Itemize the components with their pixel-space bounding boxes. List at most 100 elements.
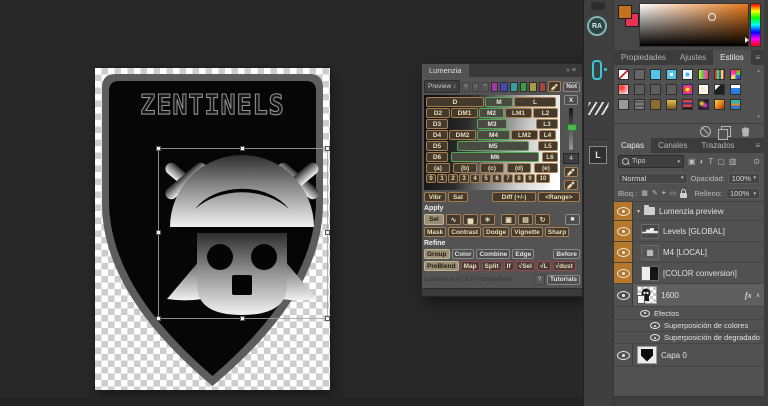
lum-button-e[interactable]: (e) <box>534 163 558 173</box>
collapsed-lumenzia-icon[interactable]: L <box>589 146 607 164</box>
effects-label[interactable]: Efectos <box>654 309 679 318</box>
lum-button-L3[interactable]: L3 <box>536 119 558 129</box>
close-button[interactable]: X <box>564 95 578 105</box>
lum-button-7[interactable]: 7 <box>503 174 513 183</box>
layer-row-group[interactable]: ▾ Lumenzia preview <box>614 202 764 221</box>
eyedropper-minus-button[interactable] <box>564 180 578 190</box>
lum-button-M4[interactable]: M4 <box>477 130 510 140</box>
if-button[interactable]: If <box>504 261 514 271</box>
panel-resize-bar[interactable] <box>422 288 582 296</box>
transform-handle[interactable] <box>325 316 330 321</box>
mask-button[interactable]: Mask <box>424 227 446 237</box>
layer-thumbnail[interactable] <box>637 346 657 364</box>
layer-name[interactable]: M4 [LOCAL] <box>663 248 707 257</box>
preview-dropdown[interactable]: Preview ↕ <box>424 80 460 93</box>
preview-plus-button[interactable]: + <box>462 82 470 92</box>
visibility-cell[interactable] <box>614 202 633 220</box>
sharp-button[interactable]: Sharp <box>545 227 569 237</box>
lum-button-a[interactable]: (a) <box>426 163 450 173</box>
map-button[interactable]: Map <box>461 261 480 271</box>
help-button[interactable]: ? <box>534 274 545 285</box>
filter-shape-icon[interactable]: ▢ <box>717 157 725 167</box>
transform-handle[interactable] <box>325 146 330 151</box>
style-swatch-cyan[interactable] <box>650 69 661 80</box>
lum-button-2[interactable]: 2 <box>448 174 458 183</box>
tutorials-button[interactable]: Tutorials <box>547 275 580 285</box>
filter-pin-icon[interactable]: ⊙ <box>753 157 760 167</box>
color-swatch-blue[interactable] <box>500 82 508 92</box>
style-swatch-stripes[interactable] <box>714 69 725 80</box>
eye-icon[interactable] <box>617 351 630 360</box>
eye-icon[interactable] <box>650 334 660 341</box>
layer-row-levels[interactable]: ▂▅▇▃ Levels [GLOBAL] <box>614 221 764 242</box>
lum-button-6[interactable]: 6 <box>492 174 502 183</box>
clear-style-icon[interactable] <box>700 126 711 137</box>
transform-handle[interactable] <box>156 230 161 235</box>
lum-button-D6[interactable]: D6 <box>426 152 448 162</box>
ra-plugin-icon[interactable]: RA <box>587 16 607 36</box>
layer-row-effects[interactable]: Efectos <box>614 307 764 320</box>
new-style-icon[interactable] <box>721 126 731 137</box>
lum-button-M6[interactable]: M6 <box>451 152 539 162</box>
cyan-tool-icon[interactable] <box>592 60 602 80</box>
eye-icon[interactable] <box>640 310 650 317</box>
trash-icon[interactable] <box>741 126 750 137</box>
blend-mode-select[interactable]: Normal ▾ <box>618 173 688 184</box>
contrast-button[interactable]: Contrast <box>448 227 481 237</box>
eye-icon[interactable] <box>617 227 630 236</box>
visibility-cell[interactable] <box>614 263 633 283</box>
check-dust-button[interactable]: √dust <box>553 261 576 271</box>
opacity-select[interactable]: 100% ▾ <box>728 173 760 184</box>
eyedropper-button[interactable] <box>548 81 561 92</box>
effect-label[interactable]: Superposición de colores <box>664 321 748 330</box>
style-swatch-olive[interactable] <box>650 99 661 110</box>
layer-name[interactable]: Capa 0 <box>661 351 687 360</box>
lum-button-L4[interactable]: L4 <box>539 130 556 140</box>
effect-label[interactable]: Superposición de degradado <box>664 333 760 342</box>
dodge-button[interactable]: Dodge <box>483 227 509 237</box>
dock-scroll-strip[interactable] <box>764 0 768 406</box>
panel-header-icons[interactable]: »≡ <box>566 64 582 77</box>
style-swatch-blue-top[interactable] <box>730 84 741 95</box>
layer-row-m4[interactable]: ▦ M4 [LOCAL] <box>614 242 764 263</box>
foreground-color-swatch[interactable] <box>618 5 632 19</box>
tab-propiedades[interactable]: Propiedades <box>614 50 673 65</box>
layer-name[interactable]: [COLOR conversion] <box>663 269 737 278</box>
layer-filter-dropdown[interactable]: Tipo ▾ <box>618 155 684 168</box>
lum-button-8[interactable]: 8 <box>514 174 524 183</box>
lum-button-D[interactable]: D <box>426 97 484 107</box>
transform-handle[interactable] <box>240 146 245 151</box>
diff-button[interactable]: Diff (+/-) <box>492 192 536 202</box>
edge-button[interactable]: Edge <box>512 249 534 259</box>
lum-button-10[interactable]: 10 <box>536 174 550 183</box>
style-swatch-flag[interactable] <box>682 99 693 110</box>
filter-type-icon[interactable]: T <box>708 157 713 167</box>
style-swatch-teal-multi[interactable] <box>730 99 741 110</box>
tab-canales[interactable]: Canales <box>651 138 694 153</box>
panel-menu-icon[interactable]: ≡ <box>755 50 764 65</box>
scroll-up-icon[interactable]: ▴ <box>757 68 760 74</box>
style-swatch-red-fade[interactable] <box>618 84 629 95</box>
style-swatch-black-fold[interactable] <box>714 84 725 95</box>
eye-icon[interactable] <box>617 207 630 216</box>
expand-caret-icon[interactable]: ▾ <box>637 208 640 215</box>
lum-button-M5[interactable]: M5 <box>457 141 529 151</box>
group-button[interactable]: Group <box>424 249 450 259</box>
color-swatch-yellow[interactable] <box>529 82 537 92</box>
visibility-cell[interactable] <box>614 242 633 262</box>
curves-icon[interactable]: ∿ <box>446 214 461 225</box>
levels-icon[interactable]: ▅ <box>463 214 478 225</box>
style-swatch-default[interactable] <box>634 69 645 80</box>
eye-icon[interactable] <box>650 322 660 329</box>
not-button[interactable]: Not <box>563 82 580 92</box>
fill-select[interactable]: 100% ▾ <box>726 188 760 199</box>
eye-icon[interactable] <box>617 291 630 300</box>
tab-ajustes[interactable]: Ajustes <box>673 50 713 65</box>
style-swatch-empty[interactable] <box>650 84 661 95</box>
lum-button-d[interactable]: (d) <box>507 163 531 173</box>
panel-menu-icon[interactable]: ≡ <box>572 67 578 74</box>
color-swatch-red[interactable] <box>539 82 547 92</box>
layer-name[interactable]: 1600 <box>661 291 679 300</box>
filter-adjustment-icon[interactable]: ◐ <box>700 157 705 167</box>
lum-button-M3[interactable]: M3 <box>477 119 507 129</box>
